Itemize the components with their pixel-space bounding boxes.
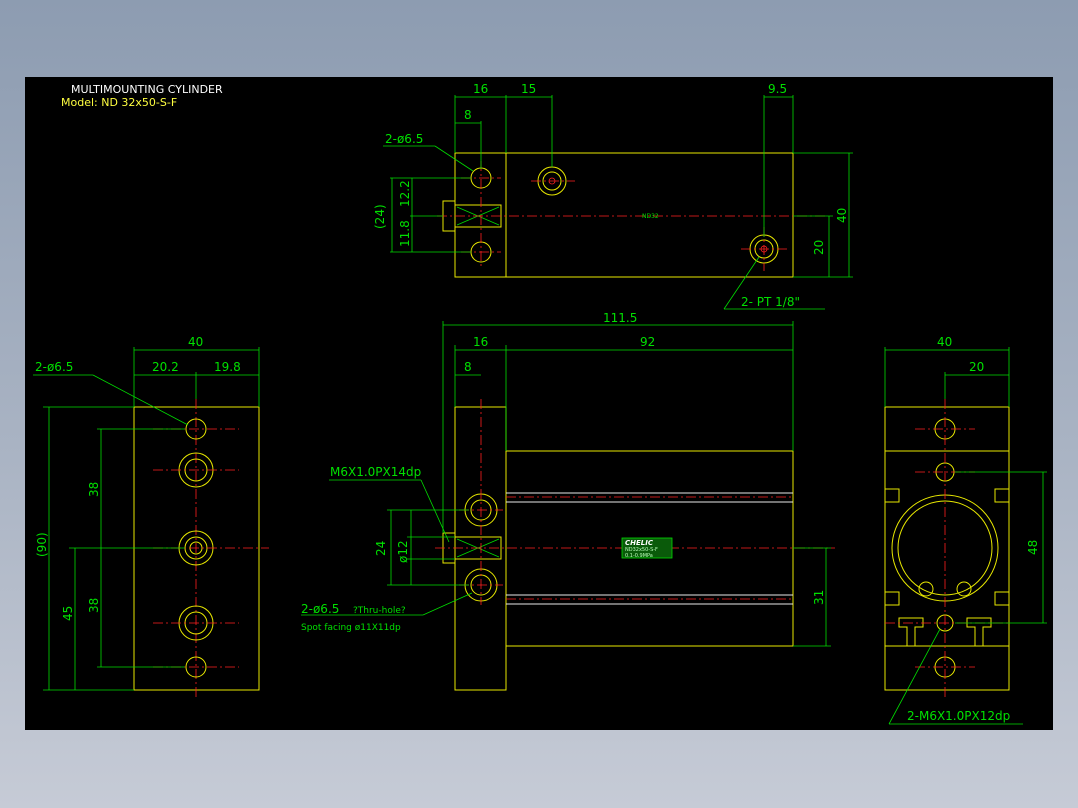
left-view: 40 20.2 19.8 2-ø6.5 (90) 45 38 38 xyxy=(33,335,269,699)
thread-note: 2-M6X1.0PX12dp xyxy=(907,709,1010,723)
dim-8: 8 xyxy=(464,108,472,122)
cad-drawing: MULTIMOUNTING CYLINDER Model: ND 32x50-S… xyxy=(33,82,1047,725)
dim-111-5: 111.5 xyxy=(603,311,637,325)
thru-hole-note: ?Thru-hole? xyxy=(353,606,406,616)
dim-16: 16 xyxy=(473,335,488,349)
front-mount-block xyxy=(454,406,507,691)
dim-20-2: 20.2 xyxy=(152,360,179,374)
dim-31: 31 xyxy=(812,590,826,605)
left-view-body xyxy=(133,406,260,691)
dim-8: 8 xyxy=(464,360,472,374)
right-view: 40 20 48 2-M6X1.0PX12dp xyxy=(884,335,1047,725)
top-view: ND32 16 15 8 9.5 2-ø6.5 (24) 12.2 11.8 4… xyxy=(373,82,853,310)
drawing-title: MULTIMOUNTING CYLINDER xyxy=(71,83,223,96)
spot-facing-note: Spot facing ø11X11dp xyxy=(301,623,401,633)
dim-12-2: 12.2 xyxy=(398,180,412,207)
dim-24-ref: (24) xyxy=(373,204,387,229)
dim-16: 16 xyxy=(473,82,488,96)
dim-11-8: 11.8 xyxy=(398,220,412,247)
dim-20: 20 xyxy=(969,360,984,374)
dim-38-bottom: 38 xyxy=(87,598,101,613)
dim-90-ref: (90) xyxy=(35,532,49,557)
hole-note: 2-ø6.5 xyxy=(301,602,339,616)
front-view: CHELIC ND32x50-S-F 0.1-0.9MPa 111.5 16 9… xyxy=(301,311,835,691)
nameplate-pressure: 0.1-0.9MPa xyxy=(625,553,653,559)
port-note: 2- PT 1/8" xyxy=(741,295,800,309)
hole-note: 2-ø6.5 xyxy=(385,132,423,146)
dim-92: 92 xyxy=(640,335,655,349)
dim-15: 15 xyxy=(521,82,536,96)
dim-40: 40 xyxy=(937,335,952,349)
dim-45: 45 xyxy=(61,606,75,621)
dim-19-8: 19.8 xyxy=(214,360,241,374)
t-slot xyxy=(966,617,992,647)
hole-note: 2-ø6.5 xyxy=(35,360,73,374)
dim-24: 24 xyxy=(374,541,388,556)
right-view-outline xyxy=(884,406,1010,691)
dim-9-5: 9.5 xyxy=(768,82,787,96)
dim-48: 48 xyxy=(1026,540,1040,555)
dim-40: 40 xyxy=(188,335,203,349)
cad-drawing-frame: MULTIMOUNTING CYLINDER Model: ND 32x50-S… xyxy=(25,77,1053,730)
dim-20: 20 xyxy=(812,240,826,255)
dim-40: 40 xyxy=(835,208,849,223)
thread-note: M6X1.0PX14dp xyxy=(330,465,421,479)
right-view-cover xyxy=(884,450,1010,647)
dim-dia12: ø12 xyxy=(396,540,410,563)
nameplate-brand: CHELIC xyxy=(625,539,654,547)
center-mark: ND32 xyxy=(642,213,659,220)
dim-38-top: 38 xyxy=(87,482,101,497)
t-slot xyxy=(898,617,924,647)
drawing-model: Model: ND 32x50-S-F xyxy=(61,96,177,109)
